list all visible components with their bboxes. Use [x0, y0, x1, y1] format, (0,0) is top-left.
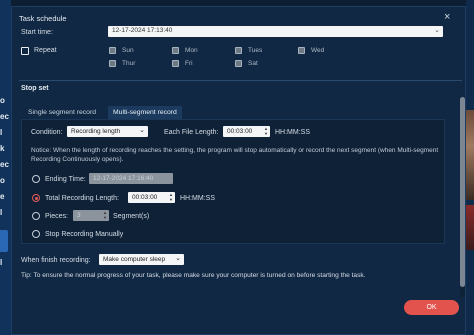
start-time-label: Start time: — [21, 29, 53, 36]
file-length-stepper[interactable]: 00:03:00 ▲ ▼ — [223, 126, 270, 137]
day-checkbox-sat[interactable] — [235, 60, 242, 67]
pieces-unit: Segment(s) — [113, 213, 150, 220]
bg-text-fragment: o — [0, 96, 5, 105]
tab-single-segment-record[interactable]: Single segment record — [23, 106, 101, 119]
stepper-arrows-icon[interactable]: ▲ ▼ — [169, 192, 173, 202]
divider — [19, 80, 462, 81]
when-finish-label: When finish recording: — [21, 257, 91, 264]
ending-time-input[interactable]: 12-17-2024 17:16:40 — [89, 173, 173, 184]
dialog-title: Task schedule — [19, 14, 67, 23]
day-checkbox-thur[interactable] — [109, 60, 116, 67]
total-length-stepper[interactable]: 00:03:00 ▲ ▼ — [128, 192, 175, 203]
background-photo — [466, 110, 474, 200]
bg-text-fragment: l — [0, 208, 3, 217]
pieces-stepper[interactable]: 3 ▲ ▼ — [73, 210, 109, 221]
day-label-wed: Wed — [311, 47, 325, 54]
bg-text-fragment: o — [0, 176, 5, 185]
day-label-thur: Thur — [122, 60, 136, 67]
repeat-checkbox[interactable] — [21, 47, 29, 55]
total-length-value: 00:03:00 — [132, 193, 158, 201]
background-photo — [466, 205, 474, 250]
pieces-label: Pieces: — [45, 213, 68, 220]
condition-value: Recording length — [71, 127, 121, 135]
total-length-format: HH:MM:SS — [180, 195, 215, 202]
chevron-down-icon[interactable]: ⌄ — [434, 26, 440, 34]
bg-text-fragment: ec — [0, 160, 9, 169]
tip-text: Tip: To ensure the normal progress of yo… — [21, 272, 366, 279]
chevron-down-icon: ⌄ — [139, 127, 145, 134]
stop-manually-label: Stop Recording Manually — [45, 231, 124, 238]
day-checkbox-fri[interactable] — [172, 60, 179, 67]
total-length-label: Total Recording Length: — [45, 195, 119, 202]
ending-time-radio[interactable] — [32, 175, 40, 183]
when-finish-select[interactable]: Make computer sleep ⌄ — [99, 254, 184, 265]
task-schedule-dialog: Task schedule × Start time: 12-17-2024 1… — [11, 6, 466, 335]
stepper-arrows-icon[interactable]: ▲ ▼ — [264, 126, 268, 136]
condition-select[interactable]: Recording length ⌄ — [67, 126, 148, 137]
pieces-value: 3 — [77, 211, 81, 219]
stop-manually-radio[interactable] — [32, 230, 40, 238]
condition-label: Condition: — [31, 129, 63, 136]
bg-text-fragment: e — [0, 192, 5, 201]
file-length-value: 00:03:00 — [227, 127, 253, 135]
day-label-sat: Sat — [248, 60, 258, 67]
bg-text-fragment: k — [0, 144, 5, 153]
start-time-value: 12-17-2024 17:13:40 — [112, 27, 173, 34]
day-label-sun: Sun — [122, 47, 134, 54]
ok-button[interactable]: OK — [404, 300, 459, 315]
day-checkbox-tues[interactable] — [235, 47, 242, 54]
bg-text-fragment: l — [0, 128, 3, 137]
file-length-format: HH:MM:SS — [275, 129, 310, 136]
day-label-fri: Fri — [185, 60, 193, 67]
day-checkbox-sun[interactable] — [109, 47, 116, 54]
file-length-label: Each File Length: — [164, 129, 219, 136]
total-length-radio[interactable] — [32, 194, 40, 202]
chevron-down-icon: ⌄ — [175, 255, 181, 262]
day-label-tues: Tues — [248, 47, 263, 54]
pieces-radio[interactable] — [32, 212, 40, 220]
when-finish-value: Make computer sleep — [103, 255, 166, 263]
stop-set-heading: Stop set — [21, 85, 49, 92]
close-icon[interactable]: × — [444, 11, 450, 23]
background-button-fragment — [0, 230, 8, 252]
scrollbar-thumb[interactable] — [460, 97, 465, 287]
tab-multi-segment-record[interactable]: Multi-segment record — [108, 106, 182, 119]
ending-time-value: 12-17-2024 17:16:40 — [93, 174, 154, 182]
ending-time-label: Ending Time: — [45, 176, 86, 183]
day-label-mon: Mon — [185, 47, 198, 54]
stepper-arrows-icon[interactable]: ▲ ▼ — [103, 210, 107, 220]
notice-text: Notice: When the length of recording rea… — [31, 147, 439, 163]
background-app-right-edge — [466, 0, 474, 335]
background-app-left-edge: o ec l k ec o e l l — [0, 0, 11, 335]
bg-text-fragment: ec — [0, 112, 9, 121]
repeat-label: Repeat — [34, 47, 57, 54]
bg-text-fragment: l — [0, 258, 3, 267]
start-time-input[interactable]: 12-17-2024 17:13:40 ⌄ — [108, 26, 443, 37]
day-checkbox-mon[interactable] — [172, 47, 179, 54]
day-checkbox-wed[interactable] — [298, 47, 305, 54]
